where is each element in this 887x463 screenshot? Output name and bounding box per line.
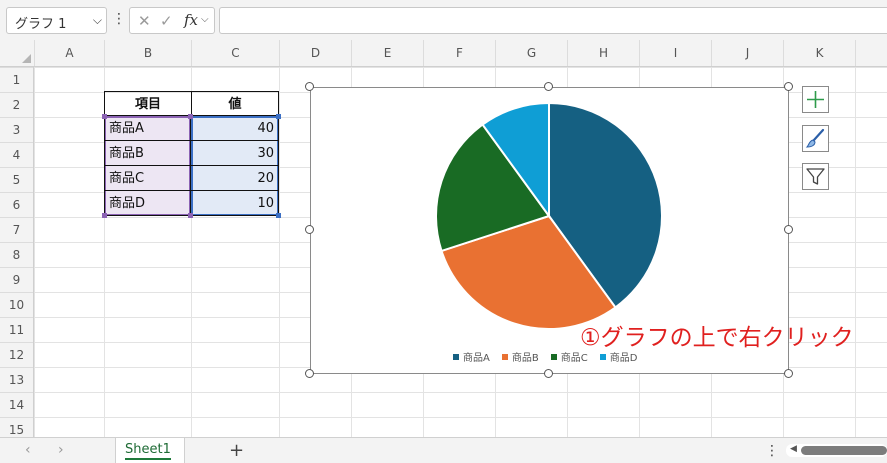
column-header-d[interactable]: D — [279, 40, 351, 66]
plus-icon — [807, 91, 824, 108]
row-header-1[interactable]: 1 — [0, 67, 33, 92]
table-cell-item[interactable]: 商品B — [104, 141, 191, 166]
row-header-9[interactable]: 9 — [0, 267, 33, 292]
column-header-e[interactable]: E — [351, 40, 423, 66]
column-header-h[interactable]: H — [567, 40, 639, 66]
name-box[interactable]: グラフ 1 ⌵ — [6, 7, 107, 34]
formula-buttons: ✕ ✓ fx ⌵ — [129, 7, 215, 34]
legend-entry: 商品B — [501, 349, 539, 364]
select-all-triangle-icon — [22, 54, 31, 63]
chevron-left-icon[interactable]: ‹ — [25, 442, 31, 458]
chart-filters-button[interactable] — [802, 163, 829, 190]
enter-icon[interactable]: ✓ — [160, 12, 173, 30]
sheet-tab[interactable]: Sheet1 — [115, 438, 185, 463]
row-headers: 1 2 3 4 5 6 7 8 9 10 11 12 13 14 15 — [0, 67, 34, 437]
legend-label: 商品A — [463, 353, 490, 364]
formula-bar: グラフ 1 ⌵ ⋮ ✕ ✓ fx ⌵ — [0, 0, 887, 41]
sheet-tab-label: Sheet1 — [125, 442, 171, 460]
chart-resize-handle[interactable] — [784, 225, 793, 234]
row-header-10[interactable]: 10 — [0, 292, 33, 317]
chart-resize-handle[interactable] — [784, 82, 793, 91]
scroll-left-icon[interactable]: ◀ — [790, 444, 797, 454]
column-header-b[interactable]: B — [104, 40, 191, 66]
table-cell-value[interactable]: 30 — [191, 141, 279, 166]
table-header-item[interactable]: 項目 — [104, 91, 192, 116]
chart-resize-handle[interactable] — [544, 369, 553, 378]
scrollbar-thumb[interactable] — [801, 446, 887, 455]
table-cell-value[interactable]: 10 — [191, 191, 279, 216]
table-cell-item[interactable]: 商品C — [104, 166, 191, 191]
more-options-icon[interactable]: ⋮ — [765, 443, 779, 459]
legend-swatch — [501, 353, 508, 360]
table-cell-item[interactable]: 商品D — [104, 191, 191, 216]
row-header-4[interactable]: 4 — [0, 142, 33, 167]
legend-swatch — [550, 353, 557, 360]
row-header-11[interactable]: 11 — [0, 317, 33, 342]
sheet-bar: ‹ › Sheet1 + ⋮ ◀ — [0, 437, 887, 463]
row-header-8[interactable]: 8 — [0, 242, 33, 267]
row-header-13[interactable]: 13 — [0, 367, 33, 392]
range-handle[interactable] — [276, 213, 281, 218]
gridline — [279, 67, 280, 437]
column-header-partial — [855, 40, 887, 66]
table-cell-item[interactable]: 商品A — [104, 116, 191, 141]
chevron-down-icon[interactable]: ⌵ — [93, 13, 102, 28]
column-header-c[interactable]: C — [191, 40, 279, 66]
range-handle[interactable] — [276, 114, 281, 119]
legend-swatch — [453, 353, 459, 360]
row-header-14[interactable]: 14 — [0, 392, 33, 417]
insert-function-button[interactable]: fx — [184, 11, 198, 29]
column-header-k[interactable]: K — [783, 40, 855, 66]
row-header-3[interactable]: 3 — [0, 117, 33, 142]
chart-resize-handle[interactable] — [305, 225, 314, 234]
table-cell-value[interactable]: 40 — [191, 116, 279, 141]
column-header-f[interactable]: F — [423, 40, 495, 66]
column-headers: A B C D E F G H I J K — [0, 40, 887, 67]
column-header-g[interactable]: G — [495, 40, 567, 66]
more-options-icon[interactable]: ⋮ — [112, 11, 126, 27]
chart-resize-handle[interactable] — [305, 369, 314, 378]
formula-input[interactable] — [219, 7, 887, 34]
legend-entry: 商品A — [453, 349, 490, 364]
row-header-6[interactable]: 6 — [0, 192, 33, 217]
legend-label: 商品B — [511, 353, 539, 364]
chart-resize-handle[interactable] — [305, 82, 314, 91]
chart-resize-handle[interactable] — [544, 82, 553, 91]
range-handle[interactable] — [102, 114, 107, 119]
brush-icon — [805, 128, 825, 148]
gridline — [855, 67, 856, 437]
chart-elements-button[interactable] — [802, 86, 829, 113]
legend-swatch — [599, 353, 606, 360]
column-header-j[interactable]: J — [711, 40, 783, 66]
funnel-icon — [806, 168, 825, 185]
row-header-12[interactable]: 12 — [0, 342, 33, 367]
row-header-7[interactable]: 7 — [0, 217, 33, 242]
range-handle[interactable] — [102, 213, 107, 218]
table-header-value[interactable]: 値 — [191, 91, 279, 116]
add-sheet-button[interactable]: + — [229, 440, 244, 461]
cancel-icon[interactable]: ✕ — [138, 12, 151, 30]
chart-styles-button[interactable] — [802, 125, 829, 152]
row-header-5[interactable]: 5 — [0, 167, 33, 192]
row-header-2[interactable]: 2 — [0, 92, 33, 117]
chevron-right-icon[interactable]: › — [58, 442, 64, 458]
name-box-value: グラフ 1 — [15, 17, 67, 32]
chevron-down-icon[interactable]: ⌵ — [201, 14, 209, 25]
chart-resize-handle[interactable] — [784, 369, 793, 378]
table-cell-value[interactable]: 20 — [191, 166, 279, 191]
range-handle[interactable] — [188, 213, 193, 218]
instruction-annotation: ①グラフの上で右クリック — [580, 325, 854, 351]
select-all-corner[interactable] — [0, 40, 34, 66]
range-handle[interactable] — [188, 114, 193, 119]
column-header-a[interactable]: A — [34, 40, 104, 66]
column-header-i[interactable]: I — [639, 40, 711, 66]
